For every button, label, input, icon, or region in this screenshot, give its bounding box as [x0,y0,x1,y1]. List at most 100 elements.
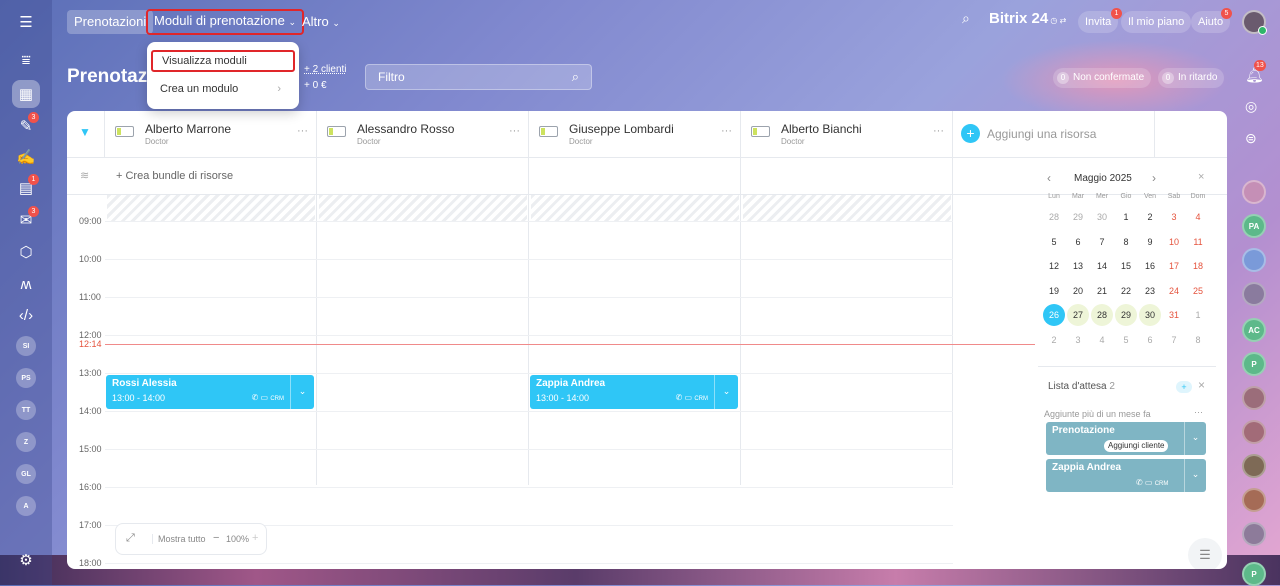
calendar-day[interactable]: 11 [1187,231,1209,253]
calendar-day[interactable]: 3 [1163,206,1185,228]
avatar-a[interactable]: A [16,496,36,516]
phone-chat-icon[interactable]: ✆ ▭ CRM [676,393,708,402]
close-icon[interactable]: × [1198,171,1204,183]
aiuto-button[interactable]: Aiuto 5 [1191,8,1232,33]
calendar-day[interactable]: 28 [1043,206,1065,228]
show-all-button[interactable]: Mostra tutto [152,534,206,544]
menu-icon[interactable]: ☰ [12,8,40,36]
in-ritardo-filter[interactable]: 0 In ritardo [1158,68,1225,88]
sign-icon[interactable]: ✍ [12,143,40,171]
avatar-photo-4[interactable] [1242,454,1266,478]
settings-icon[interactable]: ⚙ [12,546,40,574]
phone-chat-icon[interactable]: ✆ ▭ CRM [1136,478,1168,487]
chevron-down-icon[interactable]: ⌄ [714,375,738,409]
calendar-day[interactable]: 5 [1043,231,1065,253]
waitlist-item[interactable]: Prenotazione Aggiungi cliente ⌄ [1046,422,1206,455]
calendar-day[interactable]: 12 [1043,255,1065,277]
calendar-day[interactable]: 5 [1115,329,1137,351]
chevron-down-icon[interactable]: ⌄ [1184,459,1206,492]
funnel-icon[interactable]: ▼ [79,125,91,139]
avatar-photo-3[interactable] [1242,420,1266,444]
grid-column-3[interactable] [529,111,741,485]
calendar-day[interactable]: 4 [1187,206,1209,228]
avatar-tt[interactable]: TT [16,400,36,420]
non-confermate-filter[interactable]: 0 Non confermate [1053,68,1152,88]
zoom-in-button[interactable]: + [252,532,258,544]
market-icon[interactable]: ʍ [12,270,40,298]
list-button[interactable]: ☰ [1188,538,1222,569]
calendar-day[interactable]: 22 [1115,280,1137,302]
chevron-left-icon[interactable]: ‹ [1047,171,1051,185]
tab-moduli-di-prenotazione[interactable]: Moduli di prenotazione ⌄ [146,9,304,35]
code-icon[interactable]: ‹/› [12,301,40,329]
booking-event[interactable]: Rossi Alessia 13:00 - 14:00 ✆ ▭ CRM ⌄ [106,375,314,409]
waitlist-close-button[interactable]: × [1198,378,1205,392]
calendar-day[interactable]: 2 [1043,329,1065,351]
calendar-day[interactable]: 6 [1067,231,1089,253]
calendar-day[interactable]: 4 [1091,329,1113,351]
menu-item-visualizza-moduli[interactable]: Visualizza moduli [151,50,295,72]
avatar-si[interactable]: SI [16,336,36,356]
waitlist-item[interactable]: Zappia Andrea ✆ ▭ CRM ⌄ [1046,459,1206,492]
tab-altro[interactable]: Altro ⌄ [295,10,347,34]
calendar-day[interactable]: 8 [1115,231,1137,253]
avatar-z[interactable]: Z [16,432,36,452]
calendar-day[interactable]: 26 [1043,304,1065,326]
phone-chat-icon[interactable]: ✆ ▭ CRM [252,393,284,402]
calendar-day[interactable]: 14 [1091,255,1113,277]
add-client-button[interactable]: Aggiungi cliente [1104,440,1169,452]
calendar-day[interactable]: 27 [1067,304,1089,326]
add-resource-button[interactable]: + Aggiungi una risorsa [953,111,1155,158]
zoom-out-button[interactable]: − [213,532,219,544]
calendar-day[interactable]: 15 [1115,255,1137,277]
invita-button[interactable]: Invita 1 [1078,8,1122,33]
calendar-day[interactable]: 25 [1187,280,1209,302]
calendar-day[interactable]: 9 [1139,231,1161,253]
avatar-group[interactable] [1242,180,1266,204]
avatar-ac[interactable]: AC [1242,318,1266,342]
calendar-day[interactable]: 16 [1139,255,1161,277]
calendar-day[interactable]: 1 [1115,206,1137,228]
avatar-p[interactable]: P [1242,352,1266,376]
calendar-day[interactable]: 10 [1163,231,1185,253]
grid-column-1[interactable] [105,111,317,485]
avatar-photo-5[interactable] [1242,488,1266,512]
crm-icon[interactable]: ▤ 1 [12,174,40,202]
avatar-p2[interactable]: P [1242,562,1266,586]
calendar-day[interactable]: 29 [1067,206,1089,228]
calendar-day[interactable]: 28 [1091,304,1113,326]
inbox-icon[interactable]: ✉ 3 [12,206,40,234]
filter-input[interactable]: Filtro ⌕ [365,64,592,90]
calendar-day[interactable]: 1 [1187,304,1209,326]
grid-column-4[interactable] [741,111,953,485]
calendar-day[interactable]: 30 [1091,206,1113,228]
user-avatar[interactable] [1242,10,1267,35]
clients-count[interactable]: + 2 clienti [304,62,347,78]
menu-item-crea-modulo[interactable]: Crea un modulo › [151,78,295,100]
avatar-chat[interactable] [1242,248,1266,272]
tab-prenotazioni[interactable]: Prenotazioni [67,10,154,34]
avatar-photo-1[interactable] [1242,282,1266,306]
mio-piano-button[interactable]: Il mio piano [1121,11,1192,33]
calendar-day[interactable]: 19 [1043,280,1065,302]
calendar-day[interactable]: 18 [1187,255,1209,277]
calendar-day[interactable]: 8 [1187,329,1209,351]
more-icon[interactable]: ··· [1194,407,1203,417]
calendar-day[interactable]: 30 [1139,304,1161,326]
search-icon[interactable]: ⌕ [962,10,970,34]
calendar-day[interactable]: 13 [1067,255,1089,277]
tasks-icon[interactable]: ✎ 3 [12,112,40,140]
calendar-day[interactable]: 3 [1067,329,1089,351]
chevron-right-icon[interactable]: › [1152,171,1156,185]
calendar-day[interactable]: 6 [1139,329,1161,351]
calendar-day[interactable]: 31 [1163,304,1185,326]
avatar-ps[interactable]: PS [16,368,36,388]
chevron-down-icon[interactable]: ⌄ [290,375,314,409]
booking-event[interactable]: Zappia Andrea 13:00 - 14:00 ✆ ▭ CRM ⌄ [530,375,738,409]
cube-icon[interactable]: ⬡ [12,238,40,266]
calendar-day[interactable]: 20 [1067,280,1089,302]
calendar-day[interactable]: 21 [1091,280,1113,302]
calendar-day[interactable]: 24 [1163,280,1185,302]
grid-column-2[interactable] [317,111,529,485]
calendar-day[interactable]: 7 [1091,231,1113,253]
